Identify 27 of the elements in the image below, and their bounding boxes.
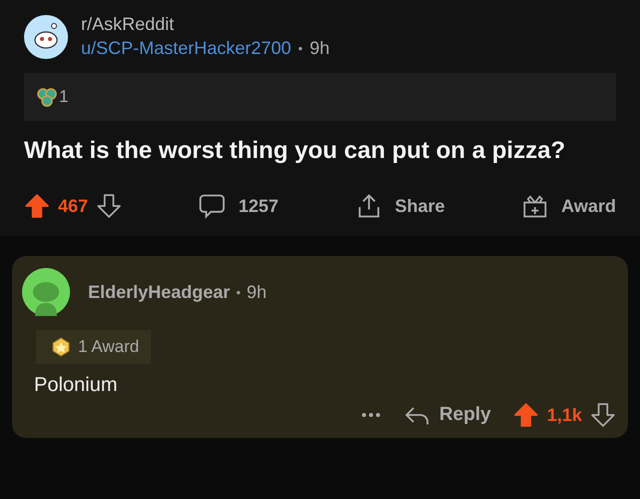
comment-age: 9h — [246, 282, 267, 303]
avatar-icon[interactable] — [24, 14, 68, 58]
subreddit-name[interactable]: r/AskReddit — [81, 14, 330, 35]
author-link[interactable]: u/SCP-MasterHacker2700 — [81, 38, 292, 59]
comment-author[interactable]: ElderlyHeadgear — [88, 282, 230, 303]
vote-score: 1,1k — [546, 404, 582, 426]
star-award-icon — [50, 336, 72, 358]
comments-button[interactable]: 1257 — [198, 192, 278, 220]
reply-button[interactable]: Reply — [403, 401, 491, 430]
separator-dot: • — [236, 284, 241, 300]
separator-dot: • — [298, 41, 303, 56]
award-label: 1 Award — [78, 337, 140, 358]
downvote-icon[interactable] — [590, 402, 616, 428]
downvote-icon[interactable] — [96, 193, 122, 220]
award-count: 1 — [59, 87, 68, 107]
award-icon — [36, 86, 58, 108]
avatar-icon[interactable] — [22, 268, 70, 316]
upvote-icon[interactable] — [512, 402, 539, 428]
upvote-icon[interactable] — [24, 193, 50, 220]
vote-score: 467 — [58, 196, 88, 217]
post-age: 9h — [310, 38, 330, 59]
post-title: What is the worst thing you can put on a pizza? — [24, 136, 566, 166]
more-icon[interactable] — [361, 412, 382, 418]
comment-text: Polonium — [34, 374, 118, 398]
award-button[interactable]: Award — [521, 192, 616, 220]
comment-icon — [198, 192, 226, 220]
share-button[interactable]: Share — [354, 192, 445, 220]
